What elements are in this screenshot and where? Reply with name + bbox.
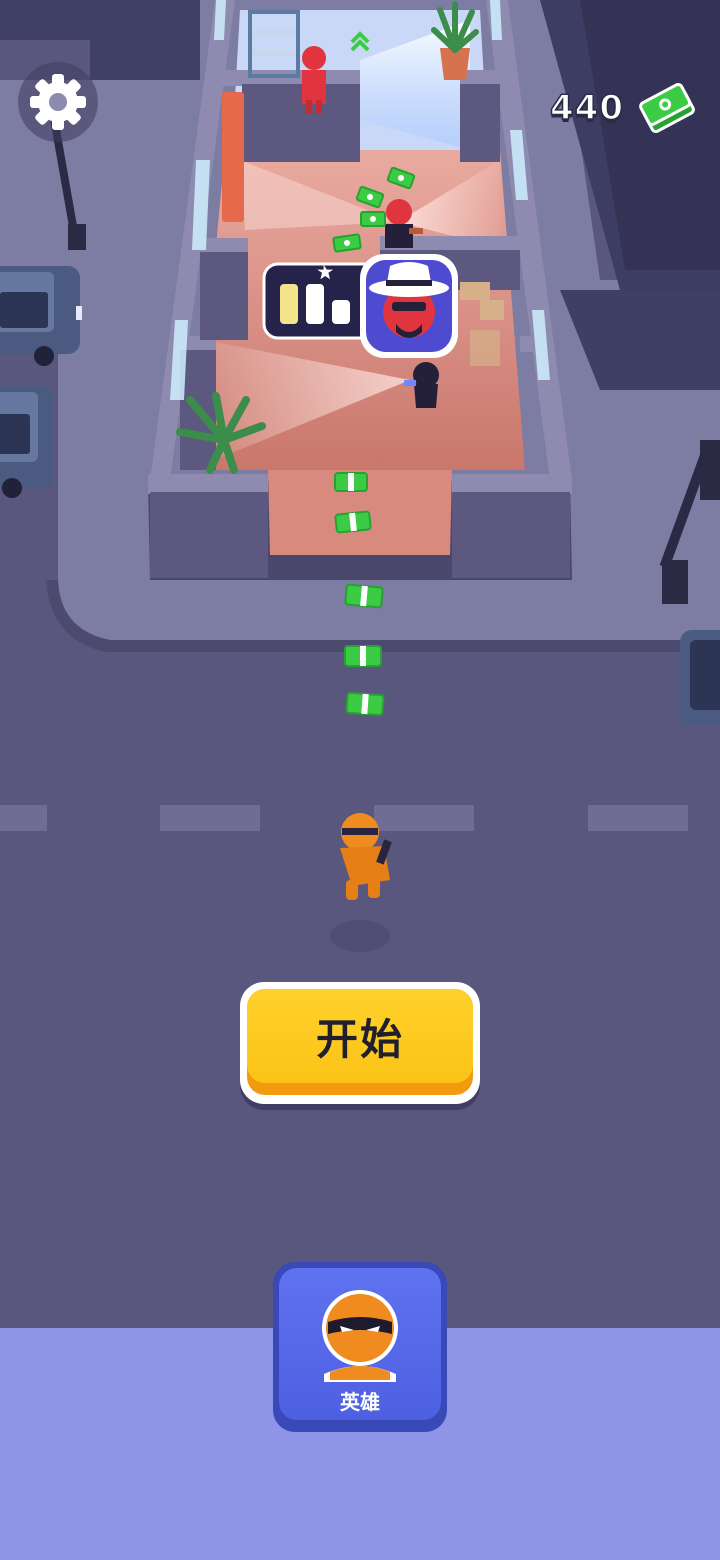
cabinet <box>222 92 244 222</box>
building-left-top <box>0 0 90 40</box>
hero-button-label: 英雄 <box>340 1390 380 1414</box>
hero-button[interactable]: 英雄 <box>273 1262 447 1432</box>
start-button-body: 开始 <box>247 989 473 1095</box>
currency-counter: 440 <box>549 78 696 138</box>
parked-car <box>0 386 54 498</box>
parked-car <box>0 266 82 366</box>
guard-red <box>302 46 326 114</box>
start-button-label: 开始 <box>315 1014 404 1064</box>
ninja-hero-avatar-icon <box>322 1290 398 1382</box>
parked-car <box>680 630 720 726</box>
building-left <box>90 0 200 80</box>
game-screen: 440 开始 英雄 <box>0 0 720 1560</box>
start-button[interactable]: 开始 <box>240 982 480 1104</box>
settings-button[interactable] <box>16 60 100 144</box>
currency-amount: 440 <box>549 87 624 129</box>
start-button-face: 开始 <box>247 989 473 1083</box>
cash-stack-icon <box>639 82 695 134</box>
target-badge <box>262 252 462 362</box>
boss-white-hat-icon <box>360 254 458 358</box>
gear-icon <box>18 62 98 142</box>
